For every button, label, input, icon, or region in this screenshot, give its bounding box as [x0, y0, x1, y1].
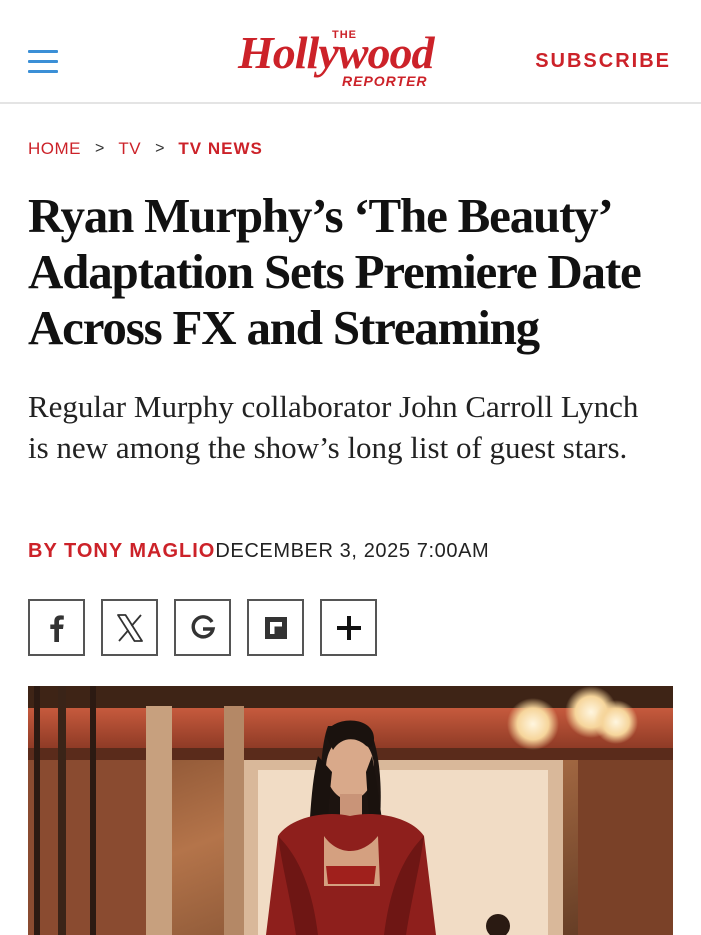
article-headline: Ryan Murphy’s ‘The Beauty’ Adaptation Se…	[28, 188, 642, 355]
x-icon	[116, 613, 143, 642]
article-dek: Regular Murphy collaborator John Carroll…	[28, 389, 639, 465]
author-link[interactable]: BY TONY MAGLIO	[28, 540, 215, 563]
site-logo[interactable]: Hollywood THE REPORTER	[236, 26, 468, 92]
breadcrumb: HOME > TV > TV NEWS	[28, 139, 263, 159]
byline: BY TONY MAGLIO DECEMBER 3, 2025 7:00AM	[28, 540, 489, 563]
x-share-button[interactable]	[101, 599, 158, 656]
hero-photo	[28, 686, 673, 935]
hamburger-menu-icon[interactable]	[28, 50, 58, 74]
facebook-icon	[49, 614, 64, 642]
facebook-share-button[interactable]	[28, 599, 85, 656]
logo-the: THE	[332, 29, 357, 41]
hero-image[interactable]	[28, 686, 673, 935]
flipboard-icon	[264, 616, 287, 639]
breadcrumb-separator: >	[155, 140, 165, 157]
more-share-button[interactable]	[320, 599, 377, 656]
site-header: Hollywood THE REPORTER SUBSCRIBE	[0, 0, 701, 104]
breadcrumb-separator: >	[95, 140, 105, 157]
share-buttons	[28, 599, 393, 656]
subscribe-link[interactable]: SUBSCRIBE	[535, 50, 671, 73]
plus-icon	[336, 615, 361, 640]
breadcrumb-tv[interactable]: TV	[118, 139, 141, 159]
breadcrumb-tv-news[interactable]: TV NEWS	[178, 139, 262, 159]
publish-date: DECEMBER 3, 2025 7:00AM	[215, 540, 490, 562]
flipboard-share-button[interactable]	[247, 599, 304, 656]
logo-reporter: REPORTER	[342, 73, 428, 89]
breadcrumb-home[interactable]: HOME	[28, 139, 81, 159]
google-share-button[interactable]	[174, 599, 231, 656]
google-icon	[191, 614, 215, 638]
